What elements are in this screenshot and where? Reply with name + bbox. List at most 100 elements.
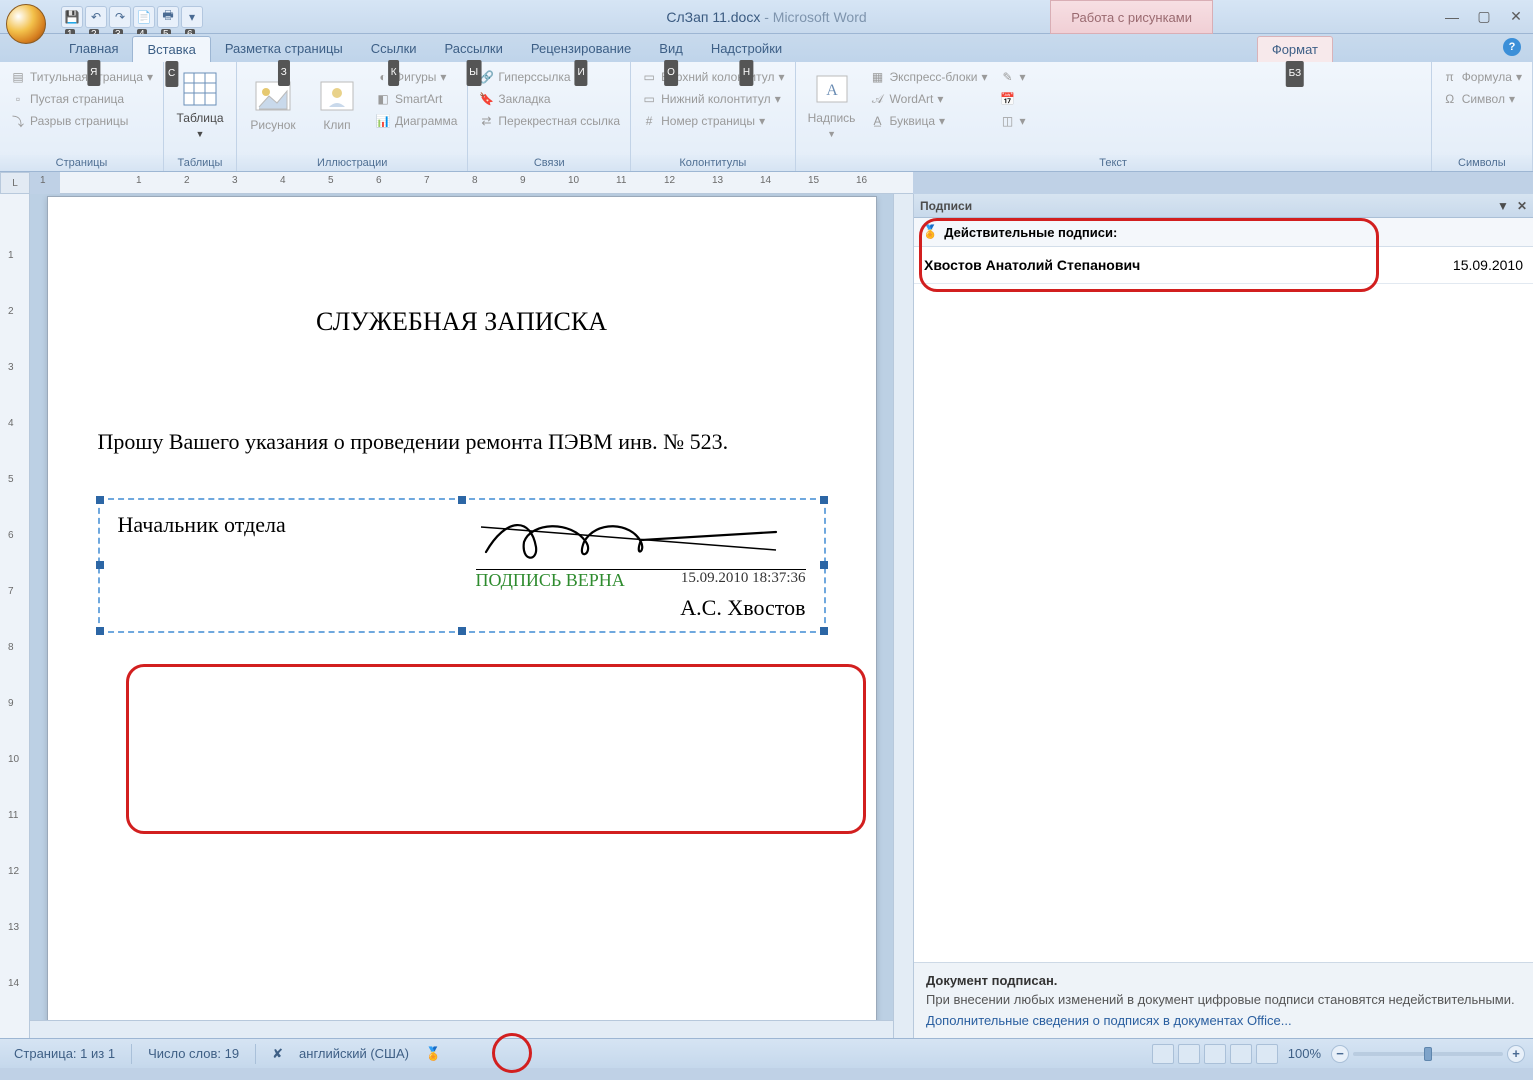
hyperlink-button[interactable]: 🔗Гиперссылка: [474, 66, 624, 88]
view-full-screen[interactable]: [1178, 1044, 1200, 1064]
tab-home[interactable]: ГлавнаяЯ: [55, 36, 132, 62]
close-button[interactable]: ✕: [1505, 9, 1527, 25]
resize-handle[interactable]: [96, 561, 104, 569]
maximize-button[interactable]: ▢: [1473, 9, 1495, 25]
datetime-button[interactable]: 📅: [996, 88, 1030, 110]
vertical-scrollbar[interactable]: [893, 194, 913, 1038]
quickparts-button[interactable]: ▦Экспресс-блоки ▾: [866, 66, 992, 88]
signature-object[interactable]: Начальник отдела ПОДПИСЬ ВЕРНА 15.09.201…: [98, 498, 826, 633]
status-signature[interactable]: 🏅: [419, 1046, 447, 1062]
resize-handle[interactable]: [820, 627, 828, 635]
wordart-icon: 𝒜: [870, 91, 886, 107]
page-icon: ▫: [10, 91, 26, 107]
status-page[interactable]: Страница: 1 из 1: [8, 1046, 121, 1061]
signature-entry[interactable]: Хвостов Анатолий Степанович 15.09.2010: [914, 247, 1533, 284]
page-break-button[interactable]: ⤵Разрыв страницы: [6, 110, 157, 132]
horizontal-scrollbar[interactable]: [30, 1020, 893, 1038]
crossref-button[interactable]: ⇄Перекрестная ссылка: [474, 110, 624, 132]
view-web-layout[interactable]: [1204, 1044, 1226, 1064]
qat-save[interactable]: 💾1: [61, 6, 83, 28]
zoom-out-button[interactable]: −: [1331, 1045, 1349, 1063]
wordart-button[interactable]: 𝒜WordArt ▾: [866, 88, 992, 110]
qat-item-6[interactable]: ▾6: [181, 6, 203, 28]
document-title: СЛУЖЕБНАЯ ЗАПИСКА: [98, 307, 826, 337]
status-word-count[interactable]: Число слов: 19: [142, 1046, 245, 1061]
view-outline[interactable]: [1230, 1044, 1252, 1064]
qat-item-5[interactable]: 🖶5: [157, 6, 179, 28]
shapes-button[interactable]: ◐Фигуры ▾: [371, 66, 461, 88]
zoom-in-button[interactable]: +: [1507, 1045, 1525, 1063]
signatures-pane: Подписи ▼ ✕ 🏅 Действительные подписи: Хв…: [913, 194, 1533, 1038]
zoom-percent[interactable]: 100%: [1282, 1046, 1327, 1061]
cover-page-button[interactable]: ▤Титульная страница ▾: [6, 66, 157, 88]
app-name: Microsoft Word: [773, 9, 867, 25]
zoom-slider[interactable]: [1353, 1052, 1503, 1056]
office-button[interactable]: [6, 4, 46, 44]
signature-role: Начальник отдела: [118, 512, 476, 621]
status-language[interactable]: английский (США): [293, 1046, 415, 1061]
horizontal-ruler[interactable]: 112345678910111213141516: [60, 172, 913, 194]
signatures-pane-footer: Документ подписан. При внесении любых из…: [914, 962, 1533, 1038]
signature-help-link[interactable]: Дополнительные сведения о подписях в док…: [926, 1013, 1521, 1028]
view-draft[interactable]: [1256, 1044, 1278, 1064]
qat-undo[interactable]: ↶2: [85, 6, 107, 28]
status-proofing[interactable]: ✘: [266, 1046, 289, 1062]
textbox-button[interactable]: A Надпись▼: [802, 66, 862, 144]
pane-dropdown-icon[interactable]: ▼: [1497, 199, 1509, 213]
equation-button[interactable]: πФормула ▾: [1438, 66, 1526, 88]
help-icon[interactable]: ?: [1503, 38, 1521, 56]
view-print-layout[interactable]: [1152, 1044, 1174, 1064]
signature-valid-row: ПОДПИСЬ ВЕРНА 15.09.2010 18:37:36: [476, 570, 806, 591]
resize-handle[interactable]: [458, 627, 466, 635]
tab-view[interactable]: ВидО: [645, 36, 697, 62]
tab-review[interactable]: РецензированиеИ: [517, 36, 645, 62]
sigline-button[interactable]: ✎▾: [996, 66, 1030, 88]
tab-references[interactable]: СсылкиК: [357, 36, 431, 62]
resize-handle[interactable]: [96, 627, 104, 635]
tab-addins[interactable]: НадстройкиН: [697, 36, 796, 62]
vertical-ruler[interactable]: 1234567891011121314: [0, 194, 30, 1038]
ruler-corner[interactable]: L: [0, 172, 30, 194]
date-icon: 📅: [1000, 91, 1016, 107]
tab-insert[interactable]: ВставкаС: [132, 36, 210, 62]
pane-title: Подписи: [920, 199, 972, 213]
picture-button[interactable]: Рисунок: [243, 66, 303, 144]
ruler-tick: 2: [8, 306, 14, 317]
table-button[interactable]: Таблица▼: [170, 66, 230, 144]
minimize-button[interactable]: —: [1441, 9, 1463, 25]
resize-handle[interactable]: [820, 496, 828, 504]
header-button[interactable]: ▭Верхний колонтитул ▾: [637, 66, 788, 88]
symbol-button[interactable]: ΩСимвол ▾: [1438, 88, 1526, 110]
smartart-button[interactable]: ◧SmartArt: [371, 88, 461, 110]
resize-handle[interactable]: [820, 561, 828, 569]
signature-valid-text: ПОДПИСЬ ВЕРНА: [476, 570, 625, 591]
keytip: БЗ: [1286, 61, 1305, 87]
page-number-button[interactable]: #Номер страницы ▾: [637, 110, 788, 132]
resize-handle[interactable]: [96, 496, 104, 504]
blank-page-button[interactable]: ▫Пустая страница: [6, 88, 157, 110]
signature-date: 15.09.2010: [1453, 257, 1523, 273]
tab-format[interactable]: ФорматБЗ: [1257, 36, 1333, 62]
ruler-tick: 9: [8, 698, 14, 709]
zoom-thumb[interactable]: [1424, 1047, 1432, 1061]
proofing-icon: ✘: [272, 1046, 283, 1062]
qat-item-4[interactable]: 📄4: [133, 6, 155, 28]
ruler-tick: 13: [8, 922, 19, 933]
document-area[interactable]: СЛУЖЕБНАЯ ЗАПИСКА Прошу Вашего указания …: [30, 194, 893, 1038]
resize-handle[interactable]: [458, 496, 466, 504]
tab-mailings[interactable]: РассылкиЫ: [431, 36, 517, 62]
ruler-tick: 3: [8, 362, 14, 373]
chart-button[interactable]: 📊Диаграмма: [371, 110, 461, 132]
dropcap-button[interactable]: A̲Буквица ▾: [866, 110, 992, 132]
clip-button[interactable]: Клип: [307, 66, 367, 144]
group-label: Страницы: [0, 155, 163, 171]
status-bar: Страница: 1 из 1 Число слов: 19 ✘ англий…: [0, 1038, 1533, 1068]
footer-button[interactable]: ▭Нижний колонтитул ▾: [637, 88, 788, 110]
pane-close-icon[interactable]: ✕: [1517, 199, 1527, 213]
tab-page-layout[interactable]: Разметка страницыЗ: [211, 36, 357, 62]
ribbon-tabstrip: ГлавнаяЯ ВставкаС Разметка страницыЗ Ссы…: [0, 34, 1533, 62]
qat-redo[interactable]: ↷3: [109, 6, 131, 28]
bookmark-button[interactable]: 🔖Закладка: [474, 88, 624, 110]
page-icon: ▤: [10, 69, 26, 85]
object-button[interactable]: ◫▾: [996, 110, 1030, 132]
